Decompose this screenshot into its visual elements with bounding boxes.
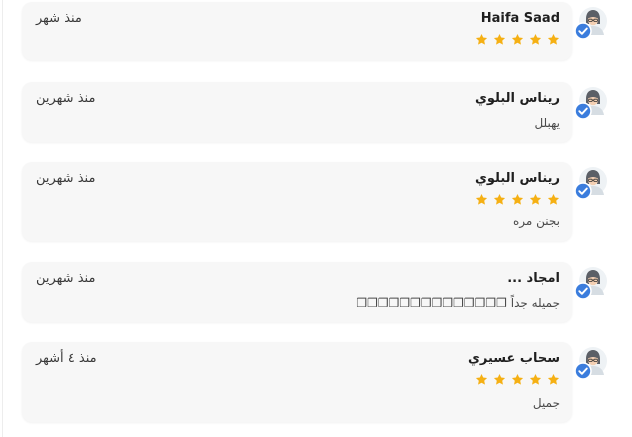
- review-card: ريناس البلوي منذ شهرين يهبلل: [22, 82, 572, 142]
- star-icon: [511, 33, 524, 45]
- review-item: ريناس البلوي منذ شهرين بجنن مره: [22, 162, 607, 242]
- review-time: منذ شهرين: [36, 271, 96, 286]
- review-time: منذ شهر: [36, 11, 82, 26]
- review-item: Haifa Saad منذ شهر: [22, 2, 607, 62]
- review-comment: يهبلل: [534, 116, 560, 130]
- reviewer-name: Haifa Saad: [480, 11, 560, 26]
- review-card: ريناس البلوي منذ شهرين بجنن مره: [22, 162, 572, 241]
- review-comment: بجنن مره: [513, 214, 560, 228]
- star-icon: [475, 33, 488, 45]
- star-icon: [529, 33, 542, 45]
- review-card: Haifa Saad منذ شهر: [22, 2, 572, 60]
- review-item: امجاد ... منذ شهرين جميله جداً ❒❒❒❒❒❒❒❒❒…: [22, 262, 607, 324]
- reviews-panel: Haifa Saad منذ شهر ريناس البلوي منذ شهري…: [0, 0, 632, 437]
- verified-user-avatar-icon: [574, 6, 608, 40]
- review-item: سحاب عسيري منذ ٤ أشهر جميل: [22, 342, 607, 424]
- reviewer-name: ريناس البلوي: [474, 91, 560, 106]
- review-comment: جميله جداً ❒❒❒❒❒❒❒❒❒❒❒❒❒❒: [356, 296, 560, 310]
- reviewer-name: ريناس البلوي: [474, 171, 560, 186]
- verified-user-avatar-icon: [574, 166, 608, 200]
- reviewer-name: امجاد ...: [507, 271, 560, 286]
- star-icon: [547, 33, 560, 45]
- review-card: سحاب عسيري منذ ٤ أشهر جميل: [22, 342, 572, 422]
- review-card: امجاد ... منذ شهرين جميله جداً ❒❒❒❒❒❒❒❒❒…: [22, 262, 572, 322]
- star-icon: [547, 373, 560, 385]
- star-icon: [511, 193, 524, 205]
- star-icon: [475, 373, 488, 385]
- star-icon: [493, 33, 506, 45]
- verified-user-avatar-icon: [574, 266, 608, 300]
- star-icon: [547, 193, 560, 205]
- rating-stars: [475, 373, 560, 386]
- reviewer-name: سحاب عسيري: [467, 351, 560, 366]
- verified-user-avatar-icon: [574, 346, 608, 380]
- star-icon: [493, 193, 506, 205]
- star-icon: [511, 373, 524, 385]
- review-comment: جميل: [532, 396, 560, 410]
- star-icon: [529, 193, 542, 205]
- verified-user-avatar-icon: [574, 86, 608, 120]
- review-time: منذ شهرين: [36, 91, 96, 106]
- rating-stars: [475, 33, 560, 46]
- star-icon: [529, 373, 542, 385]
- star-icon: [493, 373, 506, 385]
- review-item: ريناس البلوي منذ شهرين يهبلل: [22, 82, 607, 144]
- rating-stars: [475, 193, 560, 206]
- review-time: منذ ٤ أشهر: [36, 351, 97, 366]
- panel-divider: [2, 0, 3, 437]
- star-icon: [475, 193, 488, 205]
- review-time: منذ شهرين: [36, 171, 96, 186]
